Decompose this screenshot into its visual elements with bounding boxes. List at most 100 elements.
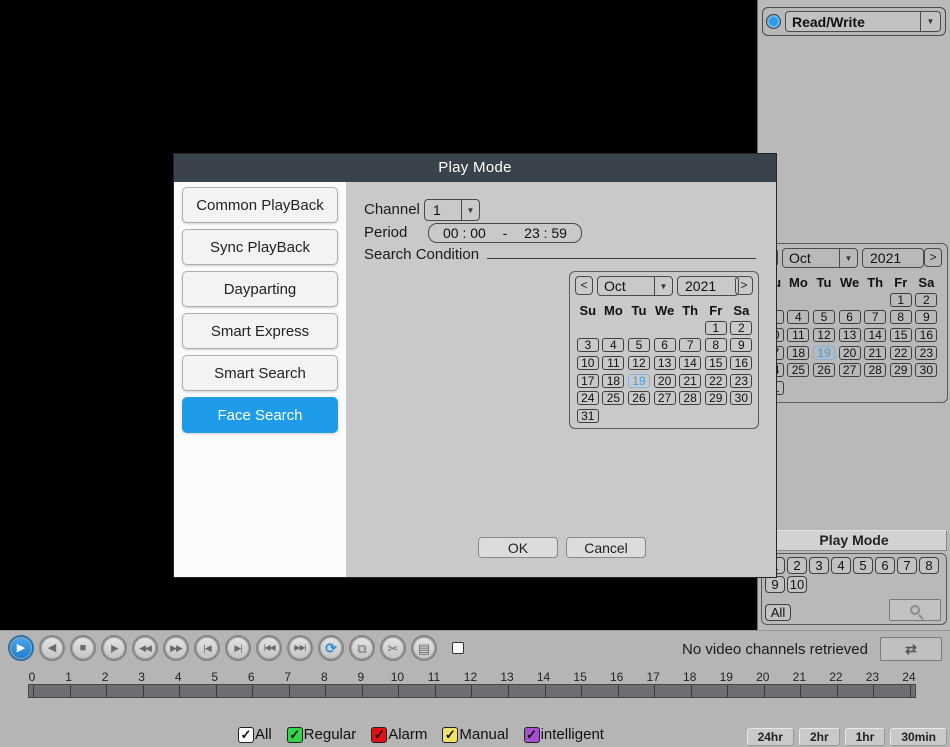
calendar-day-14[interactable]: 14 [864, 328, 886, 342]
range-2hr-button[interactable]: 2hr [799, 728, 840, 746]
calendar-day-26[interactable]: 26 [628, 391, 650, 405]
channel-select[interactable]: 1 ▼ [424, 199, 480, 221]
calendar-day-17[interactable]: 17 [577, 374, 599, 388]
range-1hr-button[interactable]: 1hr [845, 728, 886, 746]
radio-icon[interactable] [767, 15, 780, 28]
dropdown-arrow-icon[interactable]: ▼ [839, 249, 857, 267]
calendar-day-12[interactable]: 12 [628, 356, 650, 370]
sidebar-item-dayparting[interactable]: Dayparting [182, 271, 338, 307]
calendar-day-18[interactable]: 18 [602, 374, 624, 388]
channel-7-button[interactable]: 7 [897, 557, 917, 574]
calendar-day-2[interactable]: 2 [730, 321, 752, 335]
calendar-month-select[interactable]: Oct ▼ [782, 248, 858, 268]
dropdown-arrow-icon[interactable]: ▼ [920, 12, 940, 31]
calendar-day-7[interactable]: 7 [864, 310, 886, 324]
save-button[interactable]: ▤ [411, 635, 437, 661]
calendar-day-4[interactable]: 4 [602, 338, 624, 352]
channel-10-button[interactable]: 10 [787, 576, 807, 593]
all-channels-button[interactable]: All [765, 604, 791, 621]
filter-intelligent-checkbox[interactable]: ✓ [524, 727, 540, 743]
calendar-day-13[interactable]: 13 [839, 328, 861, 342]
calendar-day-29[interactable]: 29 [705, 391, 727, 405]
calendar-day-28[interactable]: 28 [679, 391, 701, 405]
loop-button[interactable]: ⟳ [318, 635, 344, 661]
calendar-prev-button[interactable]: < [575, 276, 593, 295]
prev-record-button[interactable]: |◀◀ [256, 635, 282, 661]
calendar-next-button[interactable]: > [924, 248, 942, 267]
filter-all-checkbox[interactable]: ✓ [238, 727, 254, 743]
calendar-day-20[interactable]: 20 [839, 346, 861, 360]
calendar-day-15[interactable]: 15 [890, 328, 912, 342]
calendar-day-6[interactable]: 6 [839, 310, 861, 324]
dropdown-arrow-icon[interactable]: ▼ [654, 277, 672, 295]
range-30min-button[interactable]: 30min [890, 728, 947, 746]
stop-button[interactable]: ■ [70, 635, 96, 661]
ok-button[interactable]: OK [478, 537, 558, 558]
calendar-day-12[interactable]: 12 [813, 328, 835, 342]
calendar-day-4[interactable]: 4 [787, 310, 809, 324]
calendar-year-field[interactable]: 2021 [862, 248, 924, 268]
calendar-day-23[interactable]: 23 [915, 346, 937, 360]
fast-forward-button[interactable]: ▶▶ [163, 635, 189, 661]
calendar-day-14[interactable]: 14 [679, 356, 701, 370]
sidebar-item-smart-express[interactable]: Smart Express [182, 313, 338, 349]
calendar-day-30[interactable]: 30 [915, 363, 937, 377]
clip-button[interactable]: ✂ [380, 635, 406, 661]
calendar-day-13[interactable]: 13 [654, 356, 676, 370]
calendar-day-5[interactable]: 5 [628, 338, 650, 352]
calendar-day-16[interactable]: 16 [730, 356, 752, 370]
calendar-day-24[interactable]: 24 [577, 391, 599, 405]
channel-4-button[interactable]: 4 [831, 557, 851, 574]
calendar-day-31[interactable]: 31 [577, 409, 599, 423]
read-write-select[interactable]: Read/Write ▼ [785, 11, 941, 32]
calendar-day-8[interactable]: 8 [705, 338, 727, 352]
calendar-day-2[interactable]: 2 [915, 293, 937, 307]
cancel-button[interactable]: Cancel [566, 537, 646, 558]
period-field[interactable]: 00 : 00 - 23 : 59 [428, 223, 582, 243]
sidebar-item-sync-playback[interactable]: Sync PlayBack [182, 229, 338, 265]
filter-regular-checkbox[interactable]: ✓ [287, 727, 303, 743]
filter-manual-checkbox[interactable]: ✓ [442, 727, 458, 743]
range-24hr-button[interactable]: 24hr [747, 728, 794, 746]
calendar-day-16[interactable]: 16 [915, 328, 937, 342]
calendar-day-3[interactable]: 3 [577, 338, 599, 352]
calendar-day-22[interactable]: 22 [890, 346, 912, 360]
calendar-next-button[interactable]: > [735, 276, 753, 295]
prev-frame-button[interactable]: |◀ [194, 635, 220, 661]
channel-3-button[interactable]: 3 [809, 557, 829, 574]
calendar-day-27[interactable]: 27 [839, 363, 861, 377]
calendar-day-25[interactable]: 25 [602, 391, 624, 405]
channel-5-button[interactable]: 5 [853, 557, 873, 574]
next-record-button[interactable]: ▶▶| [287, 635, 313, 661]
read-write-combo[interactable]: Read/Write ▼ [762, 7, 946, 36]
dropdown-arrow-icon[interactable]: ▼ [461, 200, 479, 220]
calendar-day-7[interactable]: 7 [679, 338, 701, 352]
calendar-day-27[interactable]: 27 [654, 391, 676, 405]
reverse-play-button[interactable]: ◀ [39, 635, 65, 661]
calendar-day-28[interactable]: 28 [864, 363, 886, 377]
sidebar-item-smart-search[interactable]: Smart Search [182, 355, 338, 391]
calendar-day-9[interactable]: 9 [915, 310, 937, 324]
calendar-day-22[interactable]: 22 [705, 374, 727, 388]
calendar-day-21[interactable]: 21 [864, 346, 886, 360]
calendar-day-6[interactable]: 6 [654, 338, 676, 352]
channel-9-button[interactable]: 9 [765, 576, 785, 593]
sub-period-checkbox[interactable] [452, 642, 464, 654]
calendar-day-19[interactable]: 19 [628, 374, 650, 388]
calendar-day-19[interactable]: 19 [813, 346, 835, 360]
timeline-bar[interactable] [28, 684, 916, 698]
channel-8-button[interactable]: 8 [919, 557, 939, 574]
calendar-day-1[interactable]: 1 [890, 293, 912, 307]
calendar-day-15[interactable]: 15 [705, 356, 727, 370]
play-button[interactable]: ▶ [8, 635, 34, 661]
sidebar-item-common-playback[interactable]: Common PlayBack [182, 187, 338, 223]
calendar-day-11[interactable]: 11 [602, 356, 624, 370]
sidebar-item-face-search[interactable]: Face Search [182, 397, 338, 433]
calendar-day-29[interactable]: 29 [890, 363, 912, 377]
channel-panel-title[interactable]: Play Mode [761, 530, 947, 551]
calendar-month-select[interactable]: Oct ▼ [597, 276, 673, 296]
calendar-day-11[interactable]: 11 [787, 328, 809, 342]
calendar-day-10[interactable]: 10 [577, 356, 599, 370]
refresh-button[interactable]: ⇄ [880, 637, 942, 661]
calendar-day-8[interactable]: 8 [890, 310, 912, 324]
